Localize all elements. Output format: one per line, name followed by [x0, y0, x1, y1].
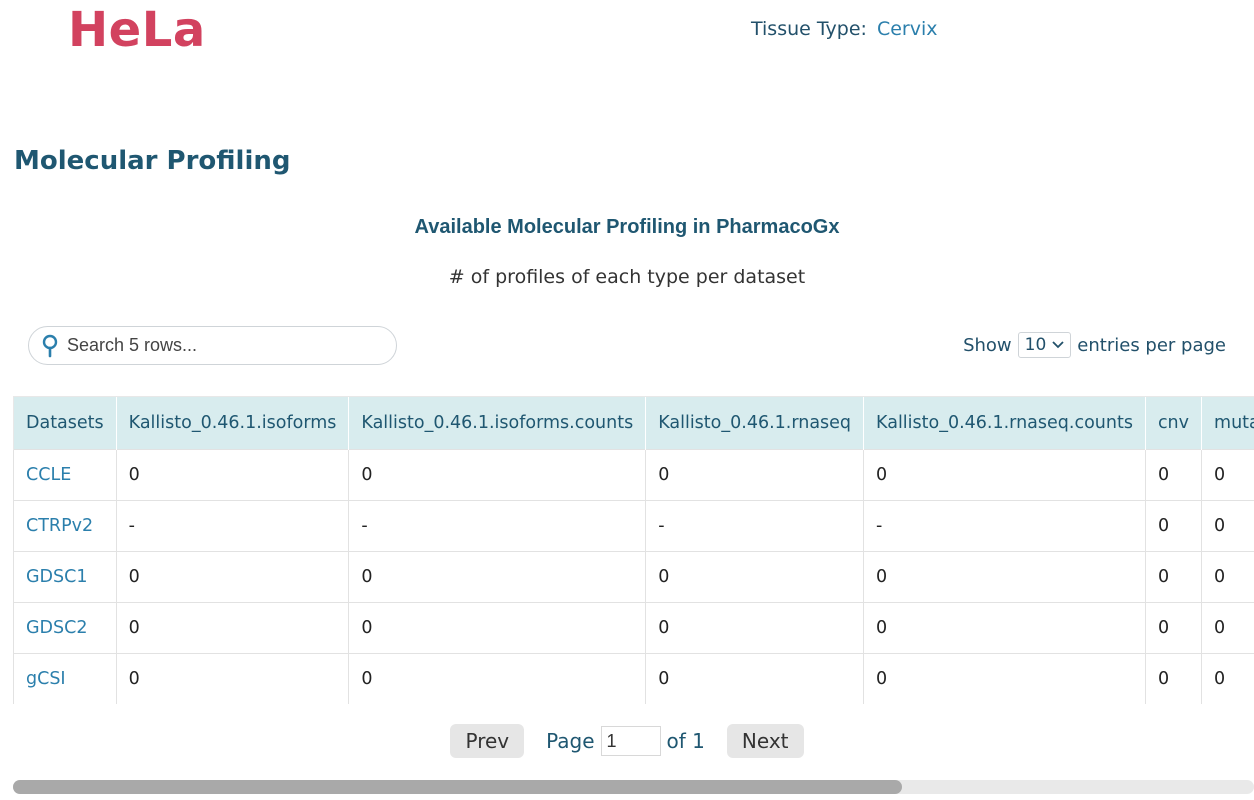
prev-button[interactable]: Prev — [450, 724, 525, 758]
tissue-type-label: Tissue Type: — [751, 18, 867, 40]
search-input[interactable] — [67, 335, 367, 356]
tissue-type: Tissue Type: Cervix — [751, 18, 938, 40]
table-row: gCSI 0 0 0 0 0 0 — [13, 653, 1254, 704]
table-cell: 0 — [863, 653, 1146, 704]
table-cell: - — [348, 500, 647, 552]
dataset-link[interactable]: GDSC2 — [13, 602, 117, 654]
table-cell: 0 — [1201, 500, 1254, 552]
column-header[interactable]: Kallisto_0.46.1.isoforms — [115, 396, 349, 450]
search-icon — [42, 334, 58, 357]
tissue-type-link[interactable]: Cervix — [877, 18, 938, 40]
table-cell: 0 — [863, 449, 1146, 501]
search-box[interactable] — [28, 326, 397, 365]
pagination: Prev Page of 1 Next — [0, 724, 1254, 758]
profiling-table: Datasets Kallisto_0.46.1.isoforms Kallis… — [13, 396, 1254, 704]
chevron-down-icon — [1052, 341, 1064, 349]
table-cell: 0 — [645, 551, 865, 603]
table-title: Available Molecular Profiling in Pharmac… — [414, 216, 840, 238]
table-cell: 0 — [115, 602, 350, 654]
table-cell: 0 — [115, 551, 350, 603]
next-button[interactable]: Next — [726, 724, 804, 758]
table-cell: 0 — [645, 653, 865, 704]
table-cell: 0 — [348, 653, 647, 704]
page-number-input[interactable] — [600, 726, 661, 756]
table-cell: 0 — [1201, 449, 1254, 501]
dataset-link[interactable]: CTRPv2 — [13, 500, 117, 552]
table-cell: 0 — [115, 449, 350, 501]
entries-select[interactable]: 10 — [1017, 332, 1072, 358]
page-count-label: of 1 — [666, 729, 705, 753]
table-cell: 0 — [348, 449, 647, 501]
column-header[interactable]: Datasets — [13, 396, 117, 450]
table-cell: 0 — [645, 449, 865, 501]
column-header[interactable]: cnv — [1144, 396, 1202, 450]
table-cell: 0 — [1144, 602, 1203, 654]
show-label: Show — [963, 334, 1012, 356]
table-cell: 0 — [1201, 653, 1254, 704]
table-cell: 0 — [348, 551, 647, 603]
page-label: Page — [546, 729, 595, 753]
cell-line-title: HeLa — [68, 2, 206, 58]
table-cell: 0 — [863, 551, 1146, 603]
table-cell: - — [863, 500, 1146, 552]
dataset-link[interactable]: gCSI — [13, 653, 117, 704]
table-cell: 0 — [115, 653, 350, 704]
scrollbar-thumb[interactable] — [13, 780, 902, 794]
table-row: GDSC2 0 0 0 0 0 0 — [13, 602, 1254, 654]
dataset-link[interactable]: CCLE — [13, 449, 117, 501]
entries-suffix: entries per page — [1077, 334, 1226, 356]
table-row: CCLE 0 0 0 0 0 0 — [13, 449, 1254, 501]
column-header[interactable]: Kallisto_0.46.1.rnaseq — [645, 396, 864, 450]
column-header[interactable]: mutation — [1201, 396, 1254, 450]
column-header[interactable]: Kallisto_0.46.1.isoforms.counts — [348, 396, 646, 450]
entries-per-page: Show 10 entries per page — [963, 332, 1226, 358]
table-cell: 0 — [1201, 602, 1254, 654]
table-cell: - — [115, 500, 350, 552]
table-cell: 0 — [863, 602, 1146, 654]
table-subtitle: # of profiles of each type per dataset — [448, 266, 806, 288]
table-cell: 0 — [1144, 449, 1203, 501]
table-cell: 0 — [1144, 551, 1203, 603]
table-cell: 0 — [1144, 500, 1203, 552]
entries-select-value: 10 — [1024, 335, 1047, 355]
table-header-row: Datasets Kallisto_0.46.1.isoforms Kallis… — [13, 396, 1254, 450]
section-title: Molecular Profiling — [14, 146, 291, 176]
table-cell: 0 — [1201, 551, 1254, 603]
profiling-table-container: Datasets Kallisto_0.46.1.isoforms Kallis… — [13, 396, 1254, 704]
table-cell: 0 — [645, 602, 865, 654]
horizontal-scrollbar[interactable] — [13, 780, 1254, 794]
table-row: GDSC1 0 0 0 0 0 0 — [13, 551, 1254, 603]
table-cell: 0 — [1144, 653, 1203, 704]
column-header[interactable]: Kallisto_0.46.1.rnaseq.counts — [863, 396, 1146, 450]
table-cell: 0 — [348, 602, 647, 654]
table-cell: - — [645, 500, 865, 552]
table-row: CTRPv2 - - - - 0 0 — [13, 500, 1254, 552]
dataset-link[interactable]: GDSC1 — [13, 551, 117, 603]
